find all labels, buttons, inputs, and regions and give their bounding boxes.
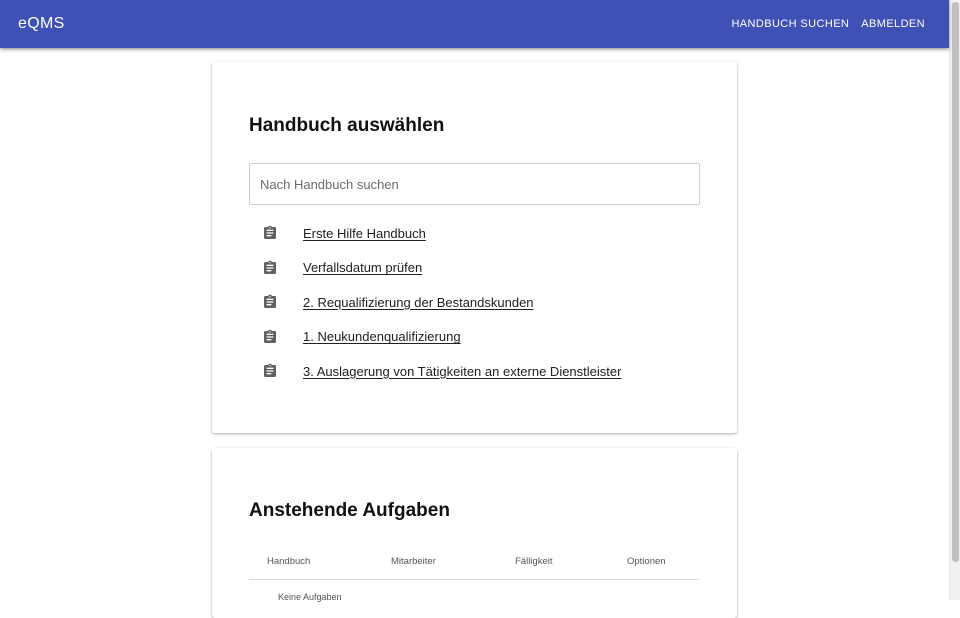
- table-row: Keine Aufgaben: [249, 579, 700, 602]
- clipboard-icon: [264, 363, 276, 378]
- logout-button[interactable]: ABMELDEN: [861, 18, 925, 30]
- clipboard-icon: [264, 260, 276, 274]
- app-title: eQMS: [18, 15, 65, 32]
- manual-link[interactable]: 2. Requalifizierung der Bestandskunden: [303, 295, 534, 310]
- manual-select-card: Handbuch auswählen Erste Hilfe Handbuch …: [212, 62, 737, 433]
- manual-link[interactable]: Erste Hilfe Handbuch: [303, 226, 426, 241]
- manual-select-title: Handbuch auswählen: [249, 115, 445, 136]
- clipboard-icon: [264, 225, 276, 240]
- manual-list: Erste Hilfe Handbuch Verfallsdatum prüfe…: [249, 216, 700, 389]
- table-header-row: Handbuch Mitarbeiter Fälligkeit Optionen: [249, 544, 700, 580]
- column-header-handbuch: Handbuch: [249, 544, 391, 580]
- manual-list-item[interactable]: Erste Hilfe Handbuch: [249, 216, 700, 251]
- column-header-faelligkeit: Fälligkeit: [515, 544, 627, 580]
- manual-search-input[interactable]: [250, 164, 699, 204]
- manual-list-item[interactable]: 2. Requalifizierung der Bestandskunden: [249, 285, 700, 320]
- app-bar: eQMS HANDBUCH SUCHEN ABMELDEN: [0, 0, 949, 48]
- manual-list-item[interactable]: 3. Auslagerung von Tätigkeiten an extern…: [249, 354, 700, 389]
- manual-list-item[interactable]: 1. Neukundenqualifizierung: [249, 320, 700, 355]
- scrollbar-thumb[interactable]: [952, 2, 959, 562]
- clipboard-icon: [264, 294, 276, 309]
- tasks-table: Handbuch Mitarbeiter Fälligkeit Optionen…: [249, 544, 700, 602]
- column-header-mitarbeiter: Mitarbeiter: [391, 544, 515, 580]
- pending-tasks-title: Anstehende Aufgaben: [249, 500, 450, 521]
- clipboard-icon: [264, 329, 276, 343]
- manual-search-field[interactable]: [249, 163, 700, 205]
- manual-list-item[interactable]: Verfallsdatum prüfen: [249, 251, 700, 286]
- search-manual-button[interactable]: HANDBUCH SUCHEN: [731, 18, 849, 30]
- pending-tasks-card: Anstehende Aufgaben Handbuch Mitarbeiter…: [212, 448, 737, 618]
- manual-link[interactable]: 3. Auslagerung von Tätigkeiten an extern…: [303, 364, 621, 379]
- manual-link[interactable]: Verfallsdatum prüfen: [303, 260, 422, 275]
- scrollbar[interactable]: [949, 0, 960, 600]
- empty-tasks-text: Keine Aufgaben: [278, 591, 342, 602]
- column-header-optionen: Optionen: [627, 544, 700, 580]
- manual-link[interactable]: 1. Neukundenqualifizierung: [303, 329, 461, 344]
